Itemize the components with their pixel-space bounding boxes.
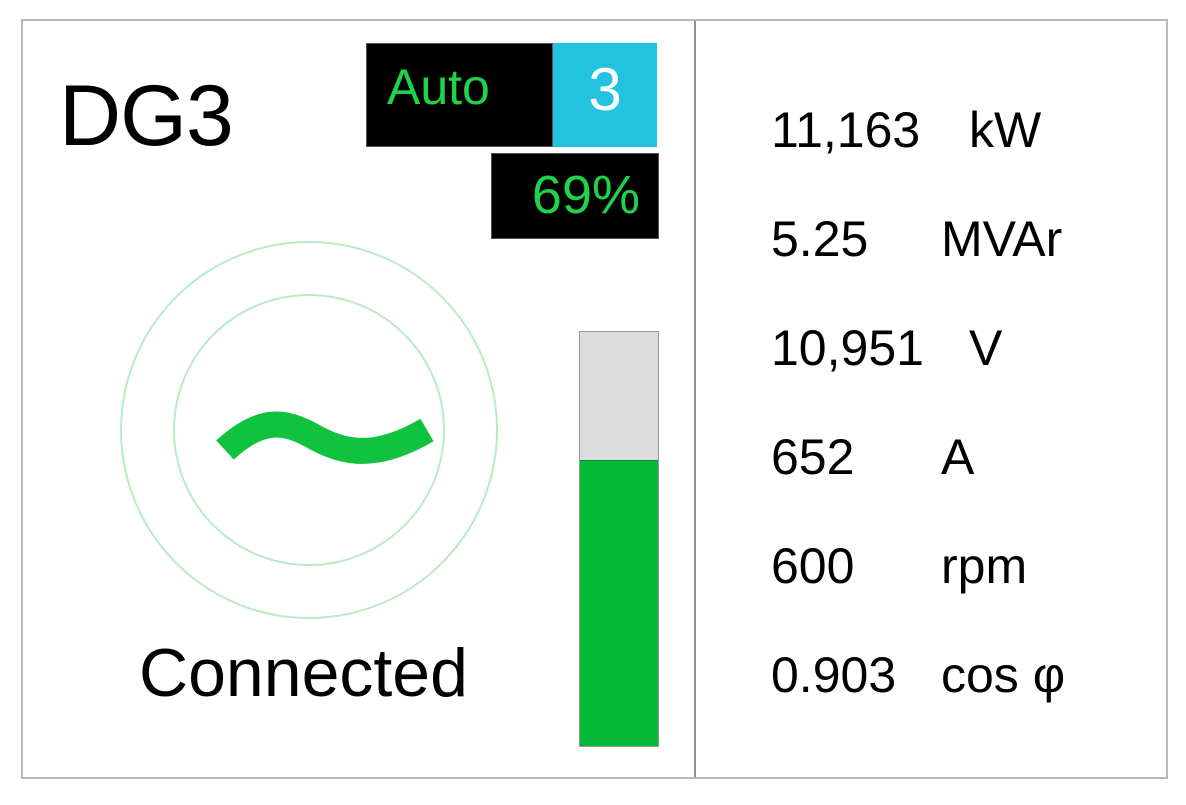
reading-value: 0.903 bbox=[771, 647, 897, 703]
priority-number: 3 bbox=[588, 56, 622, 123]
connection-status: Connected bbox=[139, 635, 468, 711]
reading-value: 10,951 bbox=[771, 320, 924, 376]
load-bar bbox=[579, 331, 659, 747]
reading-unit: rpm bbox=[941, 538, 1028, 594]
sine-wave bbox=[216, 411, 434, 464]
mode-label: Auto bbox=[387, 59, 490, 115]
generator-title: DG3 bbox=[59, 68, 234, 164]
mode-indicator: Auto bbox=[366, 43, 553, 147]
reading-value: 600 bbox=[771, 538, 855, 594]
ac-sine-wave-icon bbox=[120, 241, 498, 619]
reading-value: 5.25 bbox=[771, 211, 869, 267]
reading-value: 11,163 bbox=[771, 102, 921, 158]
load-percent-label: 69% bbox=[531, 165, 640, 225]
reading-unit: MVAr bbox=[941, 211, 1063, 267]
load-percent-indicator: 69% bbox=[491, 153, 659, 239]
reading-value: 652 bbox=[771, 429, 855, 485]
reading-unit: kW bbox=[969, 102, 1042, 158]
generator-symbol bbox=[117, 238, 501, 622]
panel-divider bbox=[694, 21, 696, 777]
load-bar-fill bbox=[580, 460, 658, 746]
reading-unit: A bbox=[941, 429, 975, 485]
priority-badge: 3 bbox=[553, 43, 657, 147]
generator-panel: DG3 Auto 3 69% Connected 11,163 kW 5.25 … bbox=[21, 19, 1168, 779]
reading-unit: cos φ bbox=[941, 647, 1066, 703]
reading-unit: V bbox=[969, 320, 1003, 376]
